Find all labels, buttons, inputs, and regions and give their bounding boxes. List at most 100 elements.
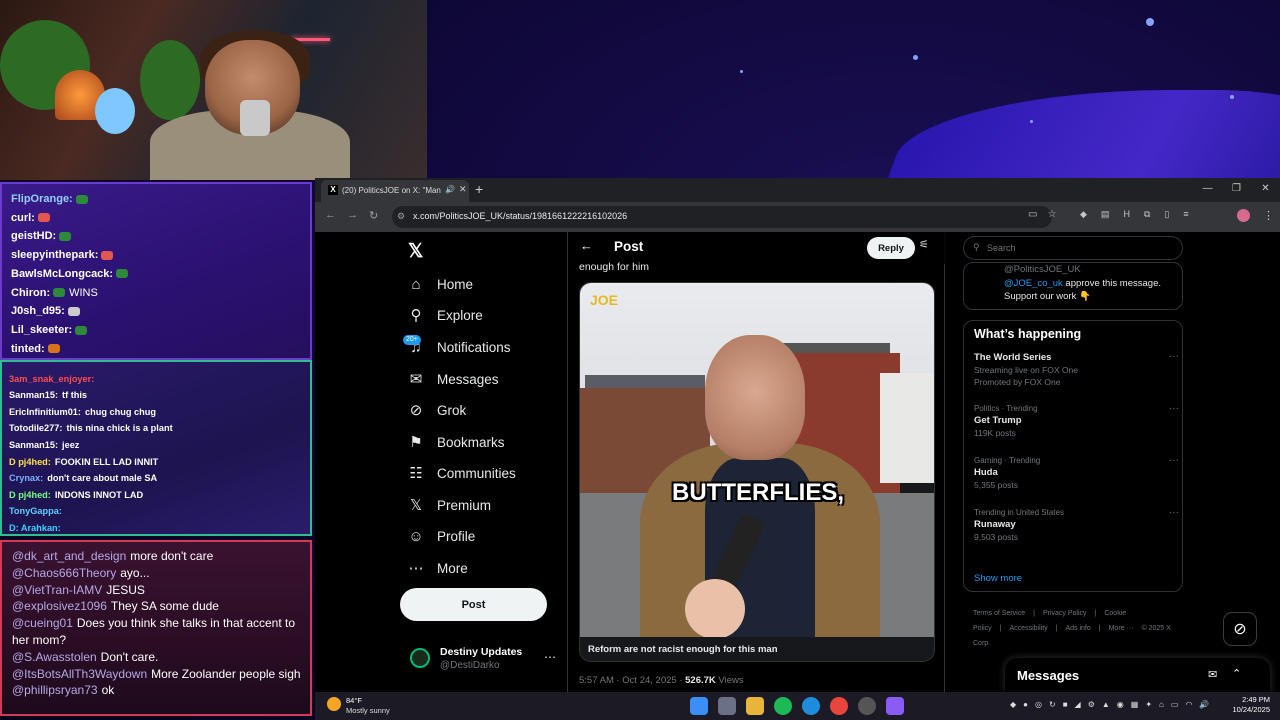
extension-icon[interactable]: H: [1123, 209, 1130, 220]
chat-username[interactable]: D pj4hed:: [9, 490, 51, 500]
more-options-icon[interactable]: ···: [1169, 507, 1179, 518]
start-icon[interactable]: [690, 697, 708, 715]
reload-button[interactable]: ↻: [369, 209, 378, 222]
chat-username[interactable]: Sanman15:: [9, 440, 58, 450]
chat-username[interactable]: geistHD:: [11, 230, 56, 242]
minimize-button[interactable]: —: [1193, 178, 1222, 202]
chat-username[interactable]: @VietTran-IAMV: [12, 583, 102, 597]
edge-icon[interactable]: [802, 697, 820, 715]
puzzle-icon[interactable]: ⧉: [1144, 209, 1150, 220]
chat-username[interactable]: tinted:: [11, 343, 45, 355]
volume-icon[interactable]: 🔊: [1199, 700, 1209, 709]
nav-communities[interactable]: ☷ Communities: [407, 461, 516, 485]
tray-icon[interactable]: ▲: [1102, 700, 1110, 709]
chat-username[interactable]: D pj4hed:: [9, 457, 51, 467]
spotify-icon[interactable]: [774, 697, 792, 715]
chat-username[interactable]: @explosivez1096: [12, 599, 107, 613]
chat-username[interactable]: Sanman15:: [9, 390, 58, 400]
messages-drawer[interactable]: Messages ✉ ⌃: [1005, 658, 1270, 692]
chat-username[interactable]: curl:: [11, 212, 35, 224]
nav-more[interactable]: ⋯ More: [407, 556, 468, 580]
grok-button[interactable]: ⊘: [1223, 612, 1257, 646]
task-view-icon[interactable]: [718, 697, 736, 715]
new-message-icon[interactable]: ✉: [1208, 668, 1217, 681]
chat-username[interactable]: Chiron:: [11, 287, 50, 299]
nav-notifications[interactable]: ♫ Notifications: [407, 335, 510, 359]
tray-icon[interactable]: ↻: [1049, 700, 1056, 709]
expand-icon[interactable]: ⌃: [1232, 667, 1241, 680]
tray-icon[interactable]: ■: [1063, 700, 1068, 709]
chat-username[interactable]: D: Arahkan:: [9, 523, 61, 533]
chat-username[interactable]: Totodile277:: [9, 423, 62, 433]
footer-link[interactable]: Accessibility: [1010, 625, 1048, 632]
nav-grok[interactable]: ⊘ Grok: [407, 398, 467, 422]
chrome-icon[interactable]: [830, 697, 848, 715]
more-options-icon[interactable]: ···: [1169, 351, 1179, 362]
extension-icon[interactable]: ◆: [1080, 209, 1087, 220]
site-info-icon[interactable]: ⚙: [397, 211, 405, 222]
filter-icon[interactable]: ⚟: [919, 238, 929, 251]
chat-username[interactable]: @dk_art_and_design: [12, 549, 126, 563]
subscribe-link[interactable]: @JOE_co_uk: [1004, 278, 1063, 289]
wifi-icon[interactable]: ◠: [1185, 700, 1192, 709]
more-options-icon[interactable]: ⋯: [544, 650, 556, 664]
nav-messages[interactable]: ✉ Messages: [407, 367, 499, 391]
chat-username[interactable]: Lil_skeeter:: [11, 324, 72, 336]
show-more-link[interactable]: Show more: [974, 573, 1022, 584]
chat-username[interactable]: Crynax:: [9, 473, 43, 483]
sidebar-icon[interactable]: ▯: [1164, 209, 1169, 220]
more-options-icon[interactable]: ···: [1169, 455, 1179, 466]
trend-item[interactable]: Trending in United States Runaway 9,503 po…: [974, 507, 1179, 543]
trend-item[interactable]: Gaming · Trending Huda 5,355 posts ···: [974, 455, 1179, 491]
close-window-button[interactable]: ✕: [1251, 178, 1280, 202]
chat-username[interactable]: @S.Awasstolen: [12, 650, 97, 664]
network-icon[interactable]: ▭: [1171, 700, 1179, 709]
chat-username[interactable]: sleepyinthepark:: [11, 249, 98, 261]
file-explorer-icon[interactable]: [746, 697, 764, 715]
media-control-icon[interactable]: ≡: [1183, 209, 1188, 220]
chat-username[interactable]: @phillipsryan73: [12, 683, 98, 697]
chat-username[interactable]: J0sh_d95:: [11, 305, 65, 317]
bookmark-star-icon[interactable]: ☆: [1047, 209, 1056, 220]
more-options-icon[interactable]: ···: [1169, 403, 1179, 414]
chat-username[interactable]: @Chaos666Theory: [12, 566, 116, 580]
trend-item[interactable]: The World Series Streaming live on FOX On…: [974, 351, 1179, 388]
footer-link[interactable]: Ads info: [1065, 625, 1090, 632]
extension-icon[interactable]: ▤: [1101, 209, 1110, 220]
post-button[interactable]: Post: [400, 588, 547, 621]
tray-icon[interactable]: ✦: [1145, 700, 1152, 709]
tray-icon[interactable]: ▦: [1131, 700, 1139, 709]
trend-item[interactable]: Politics · Trending Get Trump 119K posts ··…: [974, 403, 1179, 439]
chat-username[interactable]: 3am_snak_enjoyer:: [9, 374, 94, 384]
maximize-button[interactable]: ❐: [1222, 178, 1251, 202]
footer-link[interactable]: More ···: [1109, 625, 1134, 632]
clock[interactable]: 2:49 PM 10/24/2025: [1220, 695, 1270, 715]
profile-avatar[interactable]: [1237, 209, 1250, 222]
tweet-video[interactable]: JOE BUTTERFLIES, Reform are not racist e…: [579, 282, 935, 662]
chat-username[interactable]: @ItsBotsAllTh3Waydown: [12, 667, 147, 681]
tray-icon[interactable]: ◆: [1010, 700, 1016, 709]
address-bar[interactable]: ⚙ x.com/PoliticsJOE_UK/status/1981661222…: [392, 206, 1052, 228]
tray-icon[interactable]: ◉: [1117, 700, 1124, 709]
nav-bookmarks[interactable]: ⚑ Bookmarks: [407, 430, 504, 454]
tray-icon[interactable]: ●: [1023, 700, 1028, 709]
nav-explore[interactable]: ⚲ Explore: [407, 303, 483, 327]
obs-icon[interactable]: [858, 697, 876, 715]
cast-icon[interactable]: ▭: [1028, 209, 1037, 220]
chat-username[interactable]: @cueing01: [12, 616, 73, 630]
app-icon[interactable]: [886, 697, 904, 715]
forward-button[interactable]: →: [347, 209, 358, 221]
chat-username[interactable]: FlipOrange:: [11, 193, 73, 205]
new-tab-button[interactable]: +: [475, 181, 483, 197]
chat-username[interactable]: TonyGappa:: [9, 506, 62, 516]
tray-icon[interactable]: ⚙: [1088, 700, 1095, 709]
nav-home[interactable]: ⌂ Home: [407, 272, 473, 296]
browser-tab[interactable]: X (20) PoliticsJOE on X: "Man 🔊 ✕: [321, 180, 469, 202]
tray-icon[interactable]: ◎: [1035, 700, 1042, 709]
nav-premium[interactable]: 𝕏 Premium: [407, 493, 491, 517]
tray-icon[interactable]: ◢: [1075, 700, 1081, 709]
footer-link[interactable]: Privacy Policy: [1043, 610, 1087, 617]
search-input[interactable]: ⚲ Search: [963, 236, 1183, 260]
back-button[interactable]: ←: [325, 209, 336, 221]
tray-icon[interactable]: ⌂: [1159, 700, 1164, 709]
